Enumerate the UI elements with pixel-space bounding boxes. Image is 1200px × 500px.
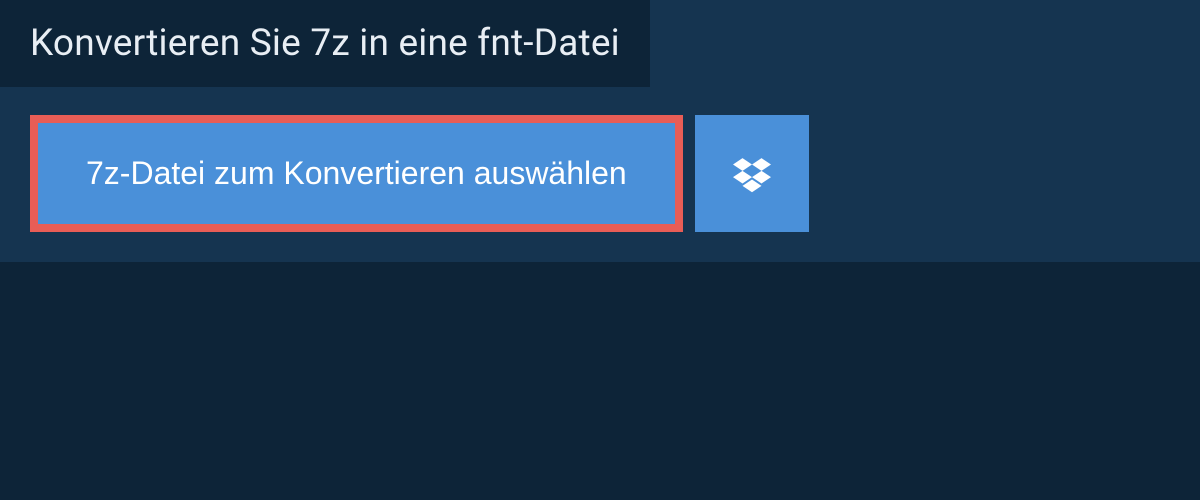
converter-panel: Konvertieren Sie 7z in eine fnt-Datei 7z… [0,0,1200,262]
header-bar: Konvertieren Sie 7z in eine fnt-Datei [0,0,650,87]
select-file-highlight: 7z-Datei zum Konvertieren auswählen [30,115,683,232]
dropbox-icon [733,155,771,193]
action-row: 7z-Datei zum Konvertieren auswählen [0,87,1200,232]
page-title: Konvertieren Sie 7z in eine fnt-Datei [30,22,620,65]
select-file-button[interactable]: 7z-Datei zum Konvertieren auswählen [38,123,675,224]
dropbox-button[interactable] [695,115,809,232]
